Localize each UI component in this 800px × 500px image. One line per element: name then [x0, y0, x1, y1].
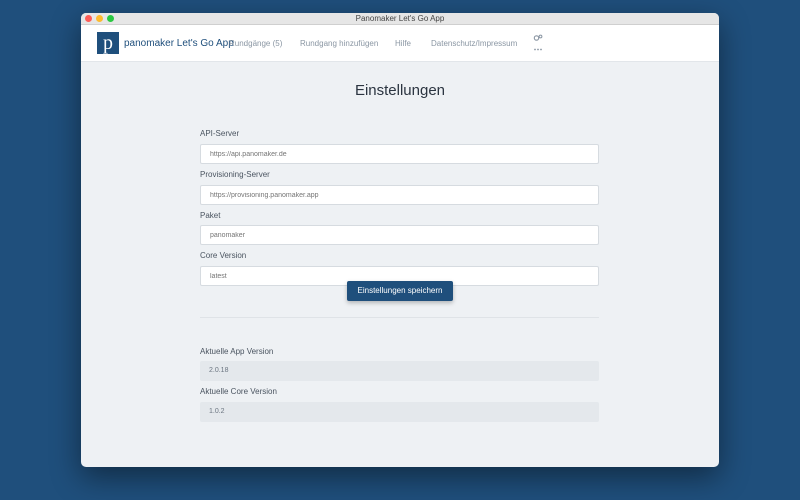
nav-link-rundgaenge[interactable]: Rundgänge (5): [229, 39, 282, 48]
settings-content: Einstellungen API-Server Provisioning-Se…: [81, 62, 719, 466]
brand-name[interactable]: panomaker Let's Go App: [124, 38, 234, 49]
divider: [200, 317, 599, 318]
paket-input[interactable]: [200, 225, 599, 245]
provisioning-server-label: Provisioning-Server: [200, 170, 270, 179]
title-bar: Panomaker Let's Go App: [81, 13, 719, 25]
api-server-label: API-Server: [200, 129, 240, 138]
app-version-label: Aktuelle App Version: [200, 347, 274, 356]
save-settings-button[interactable]: Einstellungen speichern: [347, 281, 453, 301]
window-title: Panomaker Let's Go App: [355, 14, 445, 23]
gear-icon[interactable]: [532, 34, 544, 51]
nav-link-rundgang-hinzufuegen[interactable]: Rundgang hinzufügen: [300, 39, 378, 48]
api-server-input[interactable]: [200, 144, 599, 164]
logo[interactable]: p: [97, 32, 119, 54]
nav-link-datenschutz[interactable]: Datenschutz/Impressum: [431, 39, 517, 48]
core-version-current-label: Aktuelle Core Version: [200, 387, 277, 396]
core-version-current-value: 1.0.2: [200, 402, 599, 422]
nav-link-hilfe[interactable]: Hilfe: [395, 39, 411, 48]
page-title: Einstellungen: [354, 82, 446, 99]
provisioning-server-input[interactable]: [200, 185, 599, 205]
paket-label: Paket: [200, 211, 221, 220]
navbar: p panomaker Let's Go App Rundgänge (5) R…: [81, 25, 719, 62]
core-version-label: Core Version: [200, 251, 247, 260]
app-window: Panomaker Let's Go App p panomaker Let's…: [81, 13, 719, 467]
app-version-value: 2.0.18: [200, 361, 599, 381]
